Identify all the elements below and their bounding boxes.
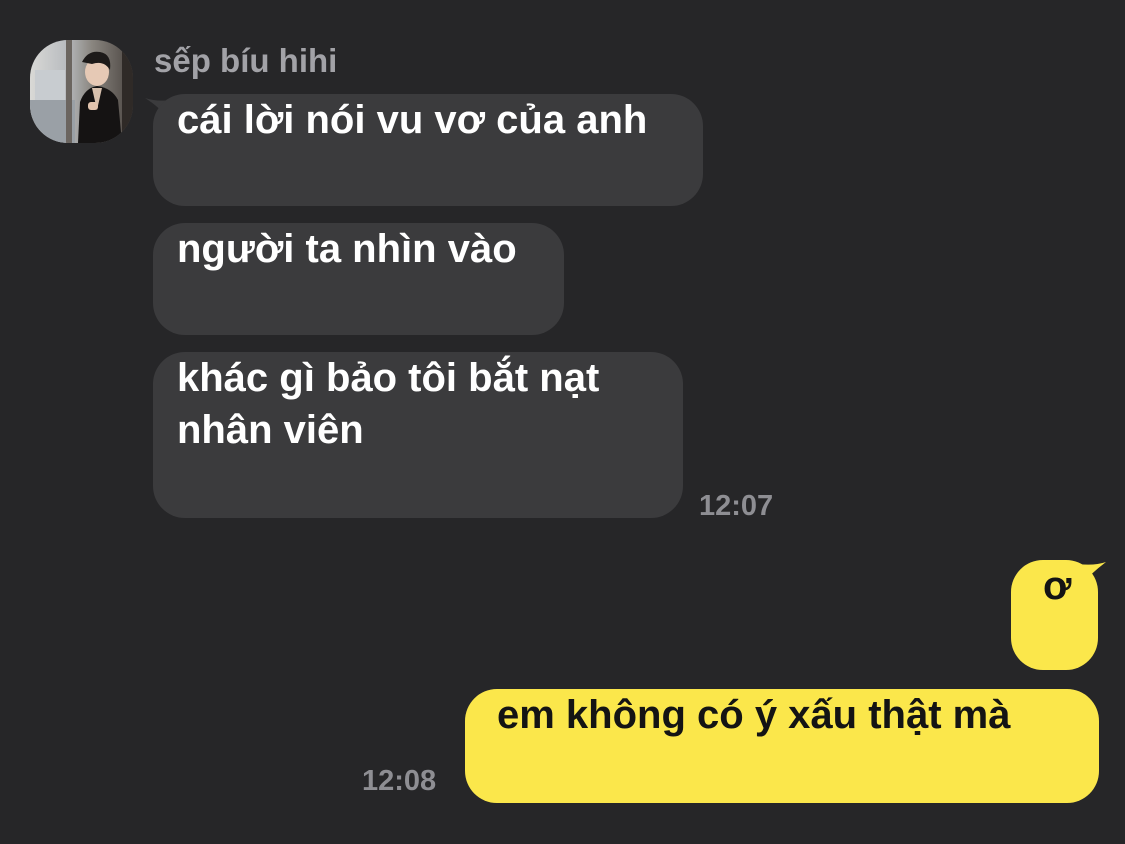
message-timestamp: 12:07 [699, 490, 774, 522]
message-timestamp: 12:08 [362, 765, 437, 797]
outgoing-message[interactable]: ơ [1011, 560, 1098, 670]
incoming-message[interactable]: cái lời nói vu vơ của anh [153, 94, 703, 206]
sender-name: sếp bíu hihi [154, 42, 338, 79]
incoming-message[interactable]: khác gì bảo tôi bắt nạt nhân viên [153, 352, 683, 518]
outgoing-message[interactable]: em không có ý xấu thật mà [465, 689, 1099, 803]
profile-photo-icon [30, 40, 133, 143]
incoming-message[interactable]: người ta nhìn vào [153, 223, 564, 335]
sender-avatar[interactable] [30, 40, 133, 143]
